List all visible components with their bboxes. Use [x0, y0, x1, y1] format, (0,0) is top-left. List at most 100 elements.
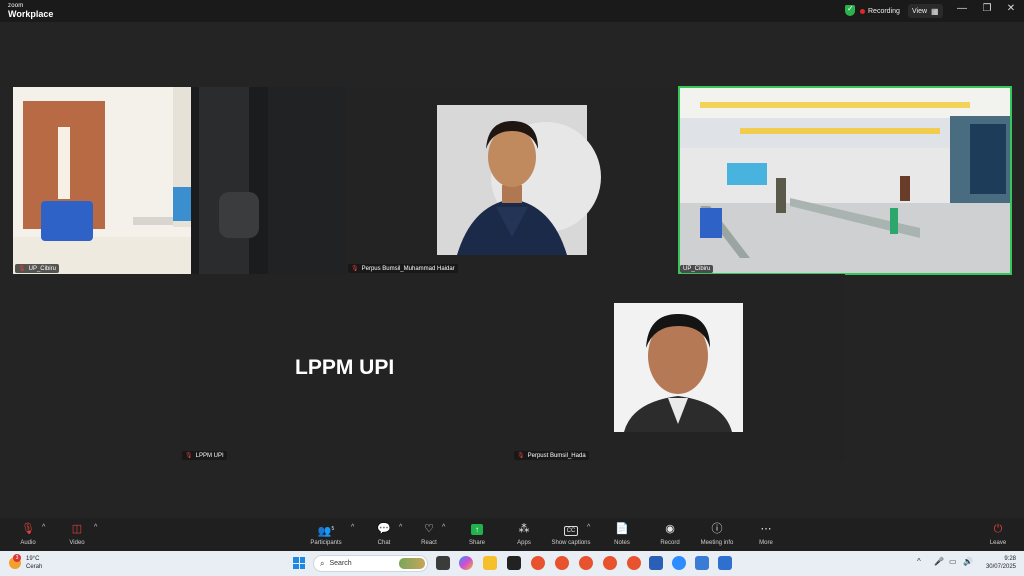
view-label: View: [912, 7, 928, 15]
zoom-app-icon[interactable]: [672, 556, 686, 570]
recording-label: Recording: [868, 7, 900, 15]
leave-icon: ⏻: [993, 523, 1003, 535]
apps-icon: ⁂: [518, 523, 530, 535]
video-tile-up-cibiru-1[interactable]: 🎙 UP_Cibiru: [13, 87, 346, 274]
participant-label: 🎙 UP_Cibiru: [15, 264, 59, 273]
store-icon[interactable]: [507, 556, 521, 570]
tray-chevron-icon[interactable]: ^: [917, 557, 921, 566]
taskbar-clock[interactable]: 9:28 30/07/2025: [980, 555, 1016, 571]
calculator-icon[interactable]: [718, 556, 732, 570]
video-options-chevron-icon[interactable]: ^: [94, 524, 97, 531]
leave-button[interactable]: ⏻ Leave: [975, 522, 1021, 546]
search-placeholder: Search: [329, 560, 352, 567]
notification-badge: 3: [13, 554, 21, 562]
word-icon[interactable]: [649, 556, 663, 570]
participants-label: Participants: [310, 540, 342, 546]
participants-options-chevron-icon[interactable]: ^: [351, 524, 354, 531]
info-icon: ⓘ: [711, 523, 723, 535]
weather-description: Cerah: [26, 564, 43, 570]
apps-label: Apps: [517, 540, 531, 546]
video-tile-perpust-bumsil-hada[interactable]: 🎙 Perpust Bumsil_Hada: [512, 274, 845, 461]
participants-icon: 👥5: [317, 525, 335, 538]
view-button[interactable]: View ▦: [908, 4, 943, 18]
meeting-info-label: Meeting info: [700, 540, 734, 546]
more-icon: ⋯: [760, 523, 772, 535]
more-button[interactable]: ⋯ More: [743, 522, 789, 546]
participant-label: UP_Cibiru: [680, 265, 714, 273]
record-button[interactable]: ◉ Record: [647, 522, 693, 546]
zoom-window: zoom Workplace Recording View ▦ — ❐ ✕: [0, 0, 1024, 551]
tray-volume-icon[interactable]: 🔊: [963, 557, 973, 566]
captions-options-chevron-icon[interactable]: ^: [587, 524, 590, 531]
notes-icon: 📄: [615, 523, 629, 535]
browser-icon-4[interactable]: [603, 556, 617, 570]
weather-temperature: 19°C: [26, 556, 40, 562]
mic-muted-icon: 🎙: [351, 266, 359, 272]
participant-photo: [614, 303, 743, 432]
video-tile-muhammad-haidar[interactable]: 🎙 Perpus Bumsil_Muhammad Haidar: [346, 87, 678, 274]
search-highlight-image: [399, 558, 425, 569]
room-video-feed: [13, 87, 346, 274]
participant-photo: [437, 105, 601, 255]
participant-name-display: LPPM UPI: [295, 356, 395, 379]
brand-bottom: Workplace: [8, 9, 54, 19]
react-options-chevron-icon[interactable]: ^: [442, 524, 445, 531]
recording-dot-icon: [860, 8, 865, 14]
close-icon[interactable]: ✕: [1004, 3, 1018, 14]
leave-label: Leave: [989, 540, 1007, 546]
hall-video-feed: [680, 88, 1010, 273]
weather-widget[interactable]: 3 19°C Cerah: [9, 554, 43, 571]
taskbar-search[interactable]: ⌕ Search: [313, 555, 428, 572]
clock-date: 30/07/2025: [985, 564, 1016, 570]
participant-label: 🎙 Perpus Bumsil_Muhammad Haidar: [348, 264, 458, 273]
copilot-icon[interactable]: [459, 556, 473, 570]
tray-network-icon[interactable]: ▭: [949, 557, 957, 566]
meeting-controls: 🎙 Audio ^ ◫ Video ^ 👥5 Participants ^ 💬 …: [0, 518, 1024, 551]
mic-muted-icon: 🎙: [517, 453, 525, 459]
participant-name: Perpus Bumsil_Muhammad Haidar: [361, 265, 455, 272]
minimize-icon[interactable]: —: [955, 3, 969, 14]
participant-name: LPPM UPI: [195, 452, 224, 459]
participant-name: UP_Cibiru: [28, 265, 56, 272]
task-view-icon[interactable]: [436, 556, 450, 570]
grid-view-icon: ▦: [931, 6, 939, 16]
chat-label: Chat: [377, 540, 391, 546]
restore-icon[interactable]: ❐: [980, 3, 994, 14]
share-label: Share: [468, 540, 485, 546]
weather-sun-icon: 3: [9, 554, 21, 569]
mic-muted-icon: 🎙: [18, 266, 26, 272]
notes-button[interactable]: 📄 Notes: [599, 522, 645, 546]
participant-label: 🎙 Perpust Bumsil_Hada: [514, 451, 589, 460]
more-label: More: [759, 540, 773, 546]
meeting-info-button[interactable]: ⓘ Meeting info: [694, 522, 740, 546]
video-tile-up-cibiru-2[interactable]: UP_Cibiru: [678, 86, 1012, 275]
share-button[interactable]: ↑ Share: [454, 522, 500, 546]
participant-name: Perpust Bumsil_Hada: [527, 452, 586, 459]
participant-name: UP_Cibiru: [683, 266, 711, 272]
recording-indicator[interactable]: Recording: [860, 4, 900, 18]
participant-label: 🎙 LPPM UPI: [182, 451, 227, 460]
video-label: Video: [69, 540, 85, 546]
search-icon: ⌕: [320, 558, 325, 568]
zoom-logo: zoom Workplace: [8, 3, 53, 19]
record-label: Record: [660, 540, 680, 546]
browser-icon-1[interactable]: [531, 556, 545, 570]
chat-options-chevron-icon[interactable]: ^: [399, 524, 402, 531]
windows-taskbar: 3 19°C Cerah ⌕ Search ^ 🎤 ▭ 🔊 9:28 30/07…: [0, 551, 1024, 576]
react-label: React: [421, 540, 437, 546]
participants-count: 5: [331, 526, 335, 532]
browser-icon-2[interactable]: [555, 556, 569, 570]
notes-app-icon[interactable]: [695, 556, 709, 570]
audio-label: Audio: [20, 540, 36, 546]
tray-mic-icon[interactable]: 🎤: [934, 557, 944, 566]
apps-button[interactable]: ⁂ Apps: [501, 522, 547, 546]
browser-icon-5[interactable]: [627, 556, 641, 570]
audio-options-chevron-icon[interactable]: ^: [42, 524, 45, 531]
participants-button[interactable]: 👥5 Participants: [303, 522, 349, 546]
notes-label: Notes: [614, 540, 630, 546]
windows-start-icon[interactable]: [293, 557, 305, 569]
browser-icon-3[interactable]: [579, 556, 593, 570]
file-explorer-icon[interactable]: [483, 556, 497, 570]
record-icon: ◉: [665, 523, 675, 535]
security-shield-icon[interactable]: [845, 4, 855, 16]
